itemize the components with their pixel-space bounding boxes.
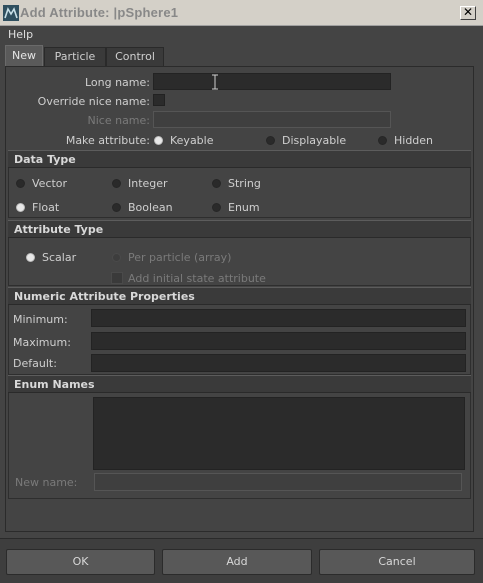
minimum-label: Minimum: (13, 313, 68, 326)
numeric-properties-header[interactable]: Numeric Attribute Properties (8, 287, 471, 305)
maya-icon (3, 5, 19, 21)
enum-label: Enum (228, 201, 260, 214)
default-label: Default: (13, 357, 57, 370)
nice-name-field[interactable] (153, 111, 391, 128)
long-name-label: Long name: (84, 76, 150, 89)
cancel-button[interactable]: Cancel (319, 549, 475, 575)
initial-state-checkbox[interactable] (111, 272, 123, 284)
add-button[interactable]: Add (162, 549, 312, 575)
radio-boolean[interactable] (112, 203, 121, 212)
radio-scalar[interactable] (26, 253, 35, 262)
boolean-label: Boolean (128, 201, 173, 214)
enum-names-header[interactable]: Enum Names (8, 375, 471, 393)
radio-string[interactable] (212, 179, 221, 188)
radio-displayable[interactable] (266, 136, 275, 145)
data-type-header[interactable]: Data Type (8, 150, 471, 168)
maximum-label: Maximum: (13, 336, 71, 349)
per-particle-label: Per particle (array) (128, 251, 232, 264)
tab-new[interactable]: New (5, 45, 43, 67)
displayable-label: Displayable (282, 134, 347, 147)
radio-keyable[interactable] (154, 136, 163, 145)
make-attribute-label: Make attribute: (65, 134, 150, 147)
maximum-field[interactable] (91, 332, 466, 350)
window-title: Add Attribute: |pSphere1 (20, 5, 179, 20)
new-name-field[interactable] (94, 473, 462, 491)
text-cursor-icon (211, 74, 219, 90)
enum-names-list[interactable] (93, 397, 465, 470)
radio-integer[interactable] (112, 179, 121, 188)
radio-vector[interactable] (16, 179, 25, 188)
override-nice-name-checkbox[interactable] (153, 94, 165, 106)
menu-help[interactable]: Help (8, 28, 33, 41)
radio-float[interactable] (16, 203, 25, 212)
attribute-type-header[interactable]: Attribute Type (8, 220, 471, 238)
new-name-label: New name: (15, 476, 78, 489)
vector-label: Vector (32, 177, 68, 190)
hidden-label: Hidden (394, 134, 434, 147)
integer-label: Integer (128, 177, 168, 190)
scalar-label: Scalar (42, 251, 77, 264)
ok-button[interactable]: OK (6, 549, 155, 575)
radio-hidden[interactable] (378, 136, 387, 145)
string-label: String (228, 177, 261, 190)
radio-per-particle[interactable] (112, 253, 121, 262)
keyable-label: Keyable (170, 134, 214, 147)
close-icon: ✕ (462, 5, 474, 19)
long-name-field[interactable] (153, 73, 391, 90)
tab-particle[interactable]: Particle (44, 47, 106, 66)
title-bar: Add Attribute: |pSphere1 ✕ (0, 0, 483, 26)
tab-control[interactable]: Control (106, 47, 164, 66)
close-button[interactable]: ✕ (460, 6, 476, 20)
override-nice-name-label: Override nice name: (37, 95, 150, 108)
initial-state-label: Add initial state attribute (128, 272, 266, 285)
nice-name-label: Nice name: (87, 114, 151, 127)
float-label: Float (32, 201, 60, 214)
minimum-field[interactable] (91, 309, 466, 327)
default-field[interactable] (91, 354, 466, 372)
radio-enum[interactable] (212, 203, 221, 212)
